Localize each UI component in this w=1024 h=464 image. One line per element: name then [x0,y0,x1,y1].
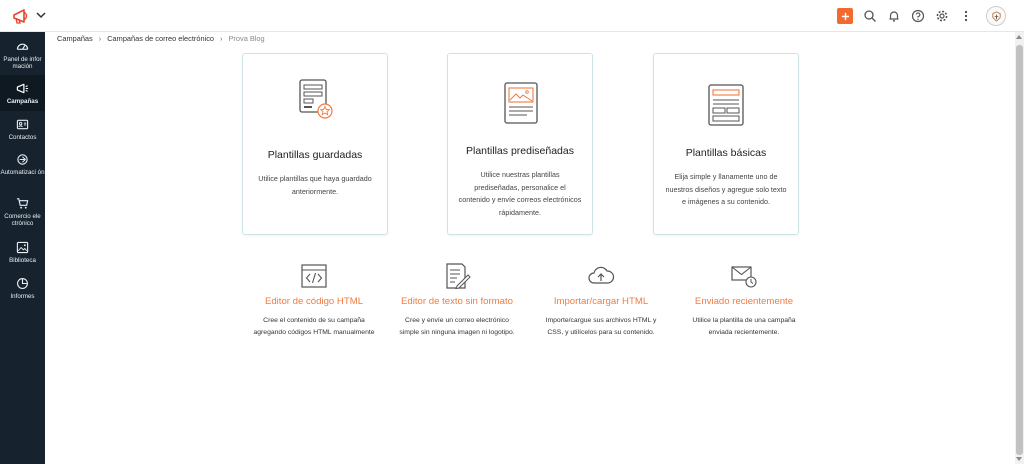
bell-icon [889,11,899,22]
top-bar [0,0,1024,32]
saved-template-icon [299,79,333,119]
sidebar-item-label: Contactos [8,134,37,141]
html-code-icon [301,264,327,288]
automation-icon [17,154,28,165]
card-description: Utilice plantillas que haya guardado ant… [258,174,372,196]
card-saved-templates[interactable]: Plantillas guardadas Utilice plantillas … [242,53,388,235]
dashboard-icon [16,43,29,50]
sidebar-item-campaigns[interactable]: Campañas [0,75,45,111]
plus-icon [841,12,849,20]
megaphone-icon [16,83,29,94]
sidebar-item-label: Biblioteca [9,257,36,264]
option-description: Utilice la plantilla de una campaña envi… [692,317,796,336]
sidebar-item-label: Informes [10,293,35,300]
predesigned-template-icon [504,82,538,124]
cart-icon [16,198,29,209]
help-button[interactable] [906,6,930,26]
card-predesigned-templates[interactable]: Plantillas prediseñadas Utilice nuestras… [447,53,593,235]
library-icon [16,241,29,254]
basic-template-icon [708,84,744,126]
sidebar-item-automation[interactable]: Automatizaci ón [0,153,45,191]
gear-icon [936,10,948,22]
scroll-up-arrow-icon[interactable] [1016,35,1022,39]
breadcrumb-current: Prova Blog [228,34,265,43]
breadcrumb: Campañas › Campañas de correo electrónic… [57,34,265,43]
search-icon [864,10,876,22]
sidebar-item-dashboard[interactable]: Panel de infor mación [0,38,45,74]
card-title: Plantillas guardadas [267,149,363,161]
sidebar-item-label: Panel de infor mación [3,56,42,70]
option-recently-sent[interactable]: Enviado recientemente Utilice la plantil… [669,262,819,339]
sidebar-item-contacts[interactable]: Contactos [0,118,45,146]
cloud-upload-icon [588,266,615,284]
breadcrumb-campaigns[interactable]: Campañas [57,34,93,43]
card-description: Elija simple y llanamente uno de nuestro… [665,172,787,206]
option-import-html[interactable]: Importar/cargar HTML Importe/cargue sus … [526,262,676,339]
avatar[interactable] [986,6,1006,26]
chevron-right-icon: › [220,34,223,43]
settings-button[interactable] [930,6,954,26]
option-title: Editor de código HTML [264,296,364,307]
card-title: Plantillas prediseñadas [466,145,574,157]
option-description: Importe/cargue sus archivos HTML y CSS, … [545,317,657,336]
card-title: Plantillas básicas [685,147,767,159]
breadcrumb-email-campaigns[interactable]: Campañas de correo electrónico [107,34,214,43]
option-plain-text-editor[interactable]: Editor de texto sin formato Cree y envíe… [382,262,532,339]
plain-text-icon [446,263,471,290]
sidebar-item-label: Comercio ele ctrónico [4,213,41,227]
card-basic-templates[interactable]: Plantillas básicas Elija simple y llanam… [653,53,799,235]
card-description: Utilice nuestras plantillas prediseñadas… [458,170,582,217]
sidebar-item-label: Automatizaci ón [0,169,45,176]
notifications-button[interactable] [882,6,906,26]
option-title: Enviado recientemente [694,296,794,307]
sidebar-item-ecommerce[interactable]: Comercio ele ctrónico [0,197,45,235]
scroll-down-arrow-icon[interactable] [1016,457,1022,461]
user-avatar-icon [991,10,1001,22]
option-html-editor[interactable]: Editor de código HTML Cree el contenido … [239,262,389,339]
kebab-menu-icon [964,10,968,22]
option-description: Cree y envíe un correo electrónico simpl… [399,317,515,336]
sidebar-item-label: Campañas [6,98,39,105]
search-button[interactable] [858,6,882,26]
chevron-down-icon[interactable] [35,8,47,22]
contact-card-icon [16,119,29,130]
campaigns-logo-icon[interactable] [12,7,32,25]
recent-mail-icon [731,266,757,288]
top-actions [837,6,1006,26]
chevron-right-icon: › [98,34,102,43]
scrollbar-thumb[interactable] [1016,45,1023,455]
sidebar: Panel de infor mación Campañas Contactos… [0,32,45,464]
create-button[interactable] [837,8,853,24]
option-description: Cree el contenido de su campaña agregand… [253,317,375,336]
pie-chart-icon [17,278,28,289]
option-title: Editor de texto sin formato [401,296,513,307]
sidebar-item-library[interactable]: Biblioteca [0,241,45,269]
option-title: Importar/cargar HTML [553,296,649,307]
more-menu-button[interactable] [954,6,978,26]
help-icon [911,9,925,23]
sidebar-item-reports[interactable]: Informes [0,277,45,305]
